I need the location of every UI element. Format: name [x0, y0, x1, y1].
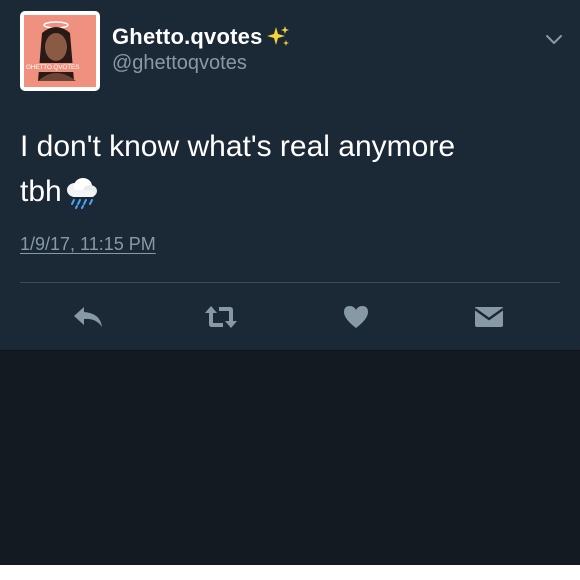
divider — [20, 282, 560, 283]
retweet-icon — [205, 306, 237, 328]
tweet-timestamp[interactable]: 1/9/17, 11:15 PM — [20, 234, 156, 255]
sparkles-icon — [266, 26, 289, 46]
avatar-caption: GHETTO QVOTES — [26, 64, 80, 71]
direct-message-button[interactable] — [471, 300, 507, 334]
tweet-text-line-1: I don't know what's real anymore — [20, 130, 455, 163]
display-name[interactable]: Ghetto.qvotes — [112, 24, 263, 50]
avatar[interactable]: GHETTO QVOTES — [20, 11, 100, 91]
app-background: GHETTO QVOTES Ghetto.qvotes @ghettoqvote… — [0, 0, 580, 565]
like-button[interactable] — [338, 300, 374, 334]
tweet-text: I don't know what's real anymore tbh — [20, 124, 560, 214]
avatar-image — [24, 15, 96, 87]
reply-button[interactable] — [70, 300, 106, 334]
direct-message-icon — [474, 307, 504, 327]
display-name-row: Ghetto.qvotes — [112, 24, 291, 50]
tweet-card: GHETTO QVOTES Ghetto.qvotes @ghettoqvote… — [0, 0, 580, 351]
chevron-down-icon[interactable] — [543, 28, 565, 50]
reply-icon — [74, 307, 102, 327]
retweet-button[interactable] — [203, 300, 239, 334]
tweet-text-word: tbh — [20, 175, 62, 208]
user-handle[interactable]: @ghettoqvotes — [112, 52, 247, 75]
heart-icon — [344, 306, 368, 328]
tweet-text-line-2: tbh — [20, 169, 560, 214]
rain-cloud-icon — [66, 177, 97, 209]
